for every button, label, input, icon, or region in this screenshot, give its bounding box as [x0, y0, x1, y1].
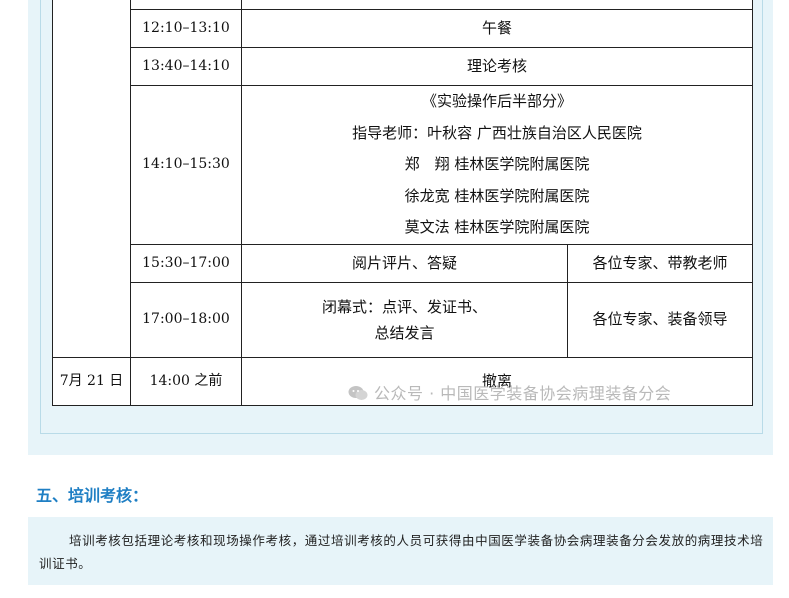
wechat-icon	[348, 386, 368, 400]
time-cell: 12:10–13:10	[130, 9, 242, 48]
time-cell: 14:00 之前	[130, 356, 242, 406]
schedule-table: 12:10–13:10 午餐 13:40–14:10 理论考核 14:10–15…	[52, 0, 753, 406]
closing-line: 总结发言	[374, 323, 435, 342]
content-cell: 理论考核	[241, 47, 753, 86]
time-cell: 17:00–18:00	[130, 281, 242, 358]
date-cell-empty	[52, 0, 131, 358]
time-cell: 13:40–14:10	[130, 47, 242, 86]
table-row: 13:40–14:10 理论考核	[53, 47, 753, 86]
person-cell: 各位专家、装备领导	[567, 281, 753, 358]
time-cell	[130, 0, 242, 10]
time-cell: 14:10–15:30	[130, 85, 242, 245]
watermark: 公众号 · 中国医学装备协会病理装备分会	[348, 380, 671, 404]
instructor-line: 指导老师：叶秋容 广西壮族自治区人民医院	[352, 123, 642, 142]
content-cell: 《实验操作后半部分》 指导老师：叶秋容 广西壮族自治区人民医院 郑 翔 桂林医学…	[241, 85, 753, 245]
instructor-line: 徐龙宽 桂林医学院附属医院	[404, 186, 590, 205]
person-cell: 各位专家、带教老师	[567, 243, 753, 283]
content-cell	[241, 0, 753, 10]
closing-line: 闭幕式：点评、发证书、	[321, 297, 487, 316]
table-row	[52, 0, 753, 358]
section-title: 五、培训考核：	[36, 486, 149, 505]
time-cell: 15:30–17:00	[130, 243, 242, 283]
content-cell: 阅片评片、答疑	[241, 243, 568, 283]
table-row: 12:10–13:10 午餐	[53, 9, 753, 48]
section-body-box: 培训考核包括理论考核和现场操作考核，通过培训考核的人员可获得由中国医学装备协会病…	[28, 517, 773, 585]
instructor-line: 莫文法 桂林医学院附属医院	[404, 218, 590, 236]
content-cell: 闭幕式：点评、发证书、 总结发言	[241, 281, 568, 358]
watermark-text: 公众号 · 中国医学装备协会病理装备分会	[374, 384, 672, 403]
table-row: 14:10–15:30 《实验操作后半部分》 指导老师：叶秋容 广西壮族自治区人…	[53, 85, 753, 245]
table-row: 17:00–18:00 闭幕式：点评、发证书、 总结发言 各位专家、装备领导	[53, 281, 753, 358]
date-cell: 7月 21 日	[52, 356, 131, 406]
section-body-text: 培训考核包括理论考核和现场操作考核，通过培训考核的人员可获得由中国医学装备协会病…	[39, 533, 764, 571]
table-row: 15:30–17:00 阅片评片、答疑 各位专家、带教老师	[53, 243, 753, 283]
session-title: 《实验操作后半部分》	[421, 92, 572, 110]
instructor-line: 郑 翔 桂林医学院附属医院	[404, 155, 590, 173]
content-cell: 午餐	[241, 9, 753, 48]
